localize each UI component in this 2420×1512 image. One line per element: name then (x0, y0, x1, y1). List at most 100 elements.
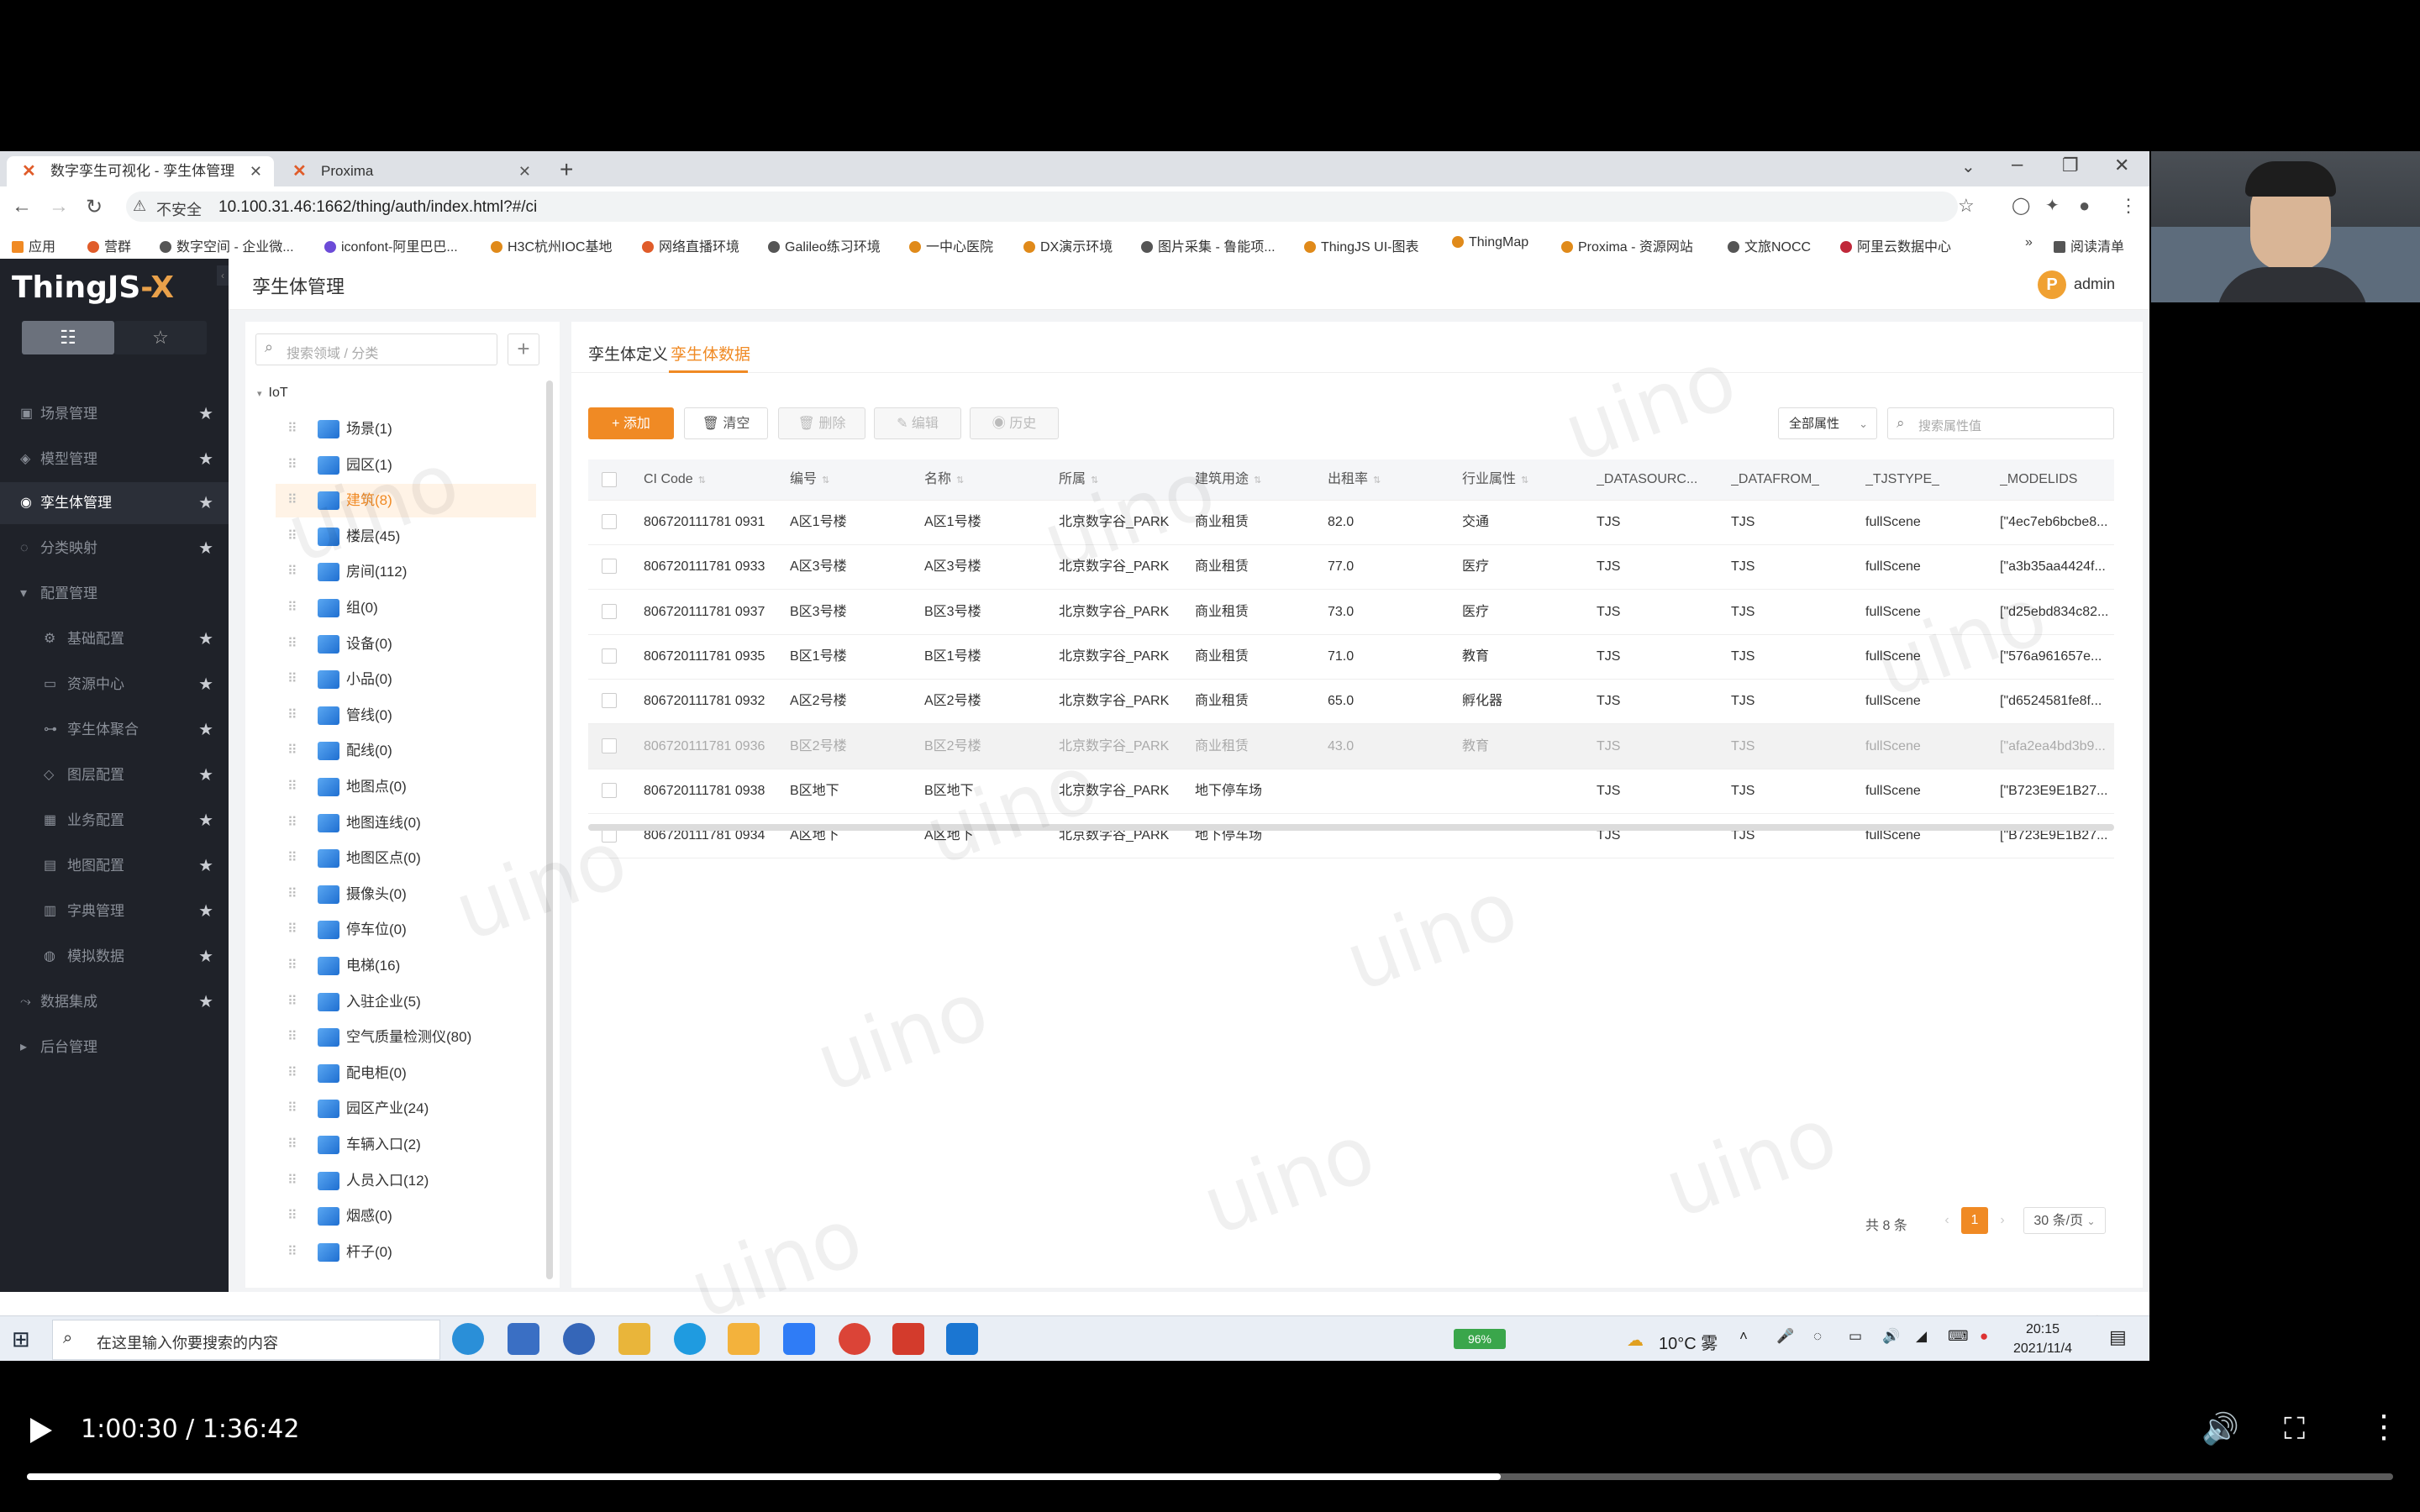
column-header[interactable]: _TJSTYPE_ (1865, 459, 1939, 500)
bookmark[interactable]: 文旅NOCC (1728, 235, 1811, 255)
sidebar-item[interactable]: ◍ 模拟数据 ★ (0, 936, 229, 978)
wps-app-icon[interactable] (892, 1323, 924, 1355)
sidebar-item[interactable]: ▾ 配置管理 (0, 573, 229, 615)
app-icon-active[interactable] (728, 1323, 760, 1355)
sort-icon[interactable]: ⇅ (1091, 475, 1098, 486)
bookmark[interactable]: Galileo练习环境 (768, 235, 881, 255)
sidebar-item[interactable]: ▤ 地图配置 ★ (0, 845, 229, 887)
delete-button[interactable]: 🗑 删除 (778, 407, 865, 439)
tree-node[interactable]: ⠿ 建筑(8) (276, 484, 536, 518)
sort-icon[interactable]: ⇅ (698, 475, 706, 486)
favorite-star-icon[interactable]: ★ (198, 482, 213, 524)
page-size-select[interactable]: 30 条/页 ⌄ (2023, 1207, 2106, 1234)
tree-node[interactable]: ⠿ 车辆入口(2) (276, 1128, 536, 1162)
table-row[interactable]: 806720111781 0937 B区3号楼 B区3号楼 北京数字谷_PARK 商业租… (588, 590, 2114, 635)
keyboard-icon[interactable]: ⌨ (1948, 1328, 1969, 1345)
close-tab-icon[interactable]: ✕ (250, 156, 262, 186)
sort-icon[interactable]: ⇅ (1373, 475, 1381, 486)
volume-icon[interactable]: 🔊 (2202, 1411, 2239, 1446)
volume-icon[interactable]: 🔊 (1882, 1328, 1900, 1345)
tree-node[interactable]: ⠿ 摄像头(0) (276, 878, 536, 911)
page-number[interactable]: 1 (1961, 1207, 1988, 1234)
tree-node[interactable]: ⠿ 管线(0) (276, 699, 536, 732)
drag-handle-icon[interactable]: ⠿ (287, 555, 297, 589)
taskbar-clock[interactable]: 20:15 2021/11/4 (2013, 1320, 2072, 1358)
add-button[interactable]: + 添加 (588, 407, 674, 439)
bookmark[interactable]: ThingJS UI-图表 (1304, 235, 1418, 255)
edit-button[interactable]: ✎ 编辑 (874, 407, 961, 439)
reading-list[interactable]: 阅读清单 (2054, 235, 2124, 255)
drag-handle-icon[interactable]: ⠿ (287, 699, 297, 732)
taskbar-search-input[interactable]: ⌕ 在这里输入你要搜索的内容 (52, 1320, 440, 1360)
drag-handle-icon[interactable]: ⠿ (287, 412, 297, 446)
drag-handle-icon[interactable]: ⠿ (287, 1092, 297, 1126)
minimize-icon[interactable]: – (2012, 153, 2023, 176)
drag-handle-icon[interactable]: ⠿ (287, 770, 297, 804)
drag-handle-icon[interactable]: ⠿ (287, 806, 297, 840)
favorite-star-icon[interactable]: ★ (198, 800, 213, 842)
microphone-icon[interactable]: 🎤 (1776, 1328, 1794, 1345)
tree-node[interactable]: ⠿ 地图区点(0) (276, 842, 536, 875)
tree-scrollbar[interactable] (546, 381, 553, 1279)
tree-node[interactable]: ⠿ 杆子(0) (276, 1236, 536, 1269)
favorite-star-icon[interactable]: ★ (198, 845, 213, 887)
row-checkbox[interactable] (602, 693, 617, 709)
drag-handle-icon[interactable]: ⠿ (287, 913, 297, 947)
tree-node[interactable]: ⠿ 地图点(0) (276, 770, 536, 804)
back-icon[interactable]: ← (12, 195, 32, 218)
drag-handle-icon[interactable]: ⠿ (287, 627, 297, 661)
favorite-star-icon[interactable]: ★ (198, 618, 213, 660)
next-page-icon[interactable]: › (1991, 1207, 2013, 1234)
drag-handle-icon[interactable]: ⠿ (287, 1057, 297, 1090)
avatar[interactable]: P (2038, 270, 2066, 299)
tree-node[interactable]: ⠿ 场景(1) (276, 412, 536, 446)
ie-app-icon[interactable] (674, 1323, 706, 1355)
tab-twin-data[interactable]: 孪生体数据 (671, 342, 750, 365)
user-name[interactable]: admin (2074, 276, 2115, 293)
drag-handle-icon[interactable]: ⠿ (287, 734, 297, 768)
sort-icon[interactable]: ⇅ (822, 475, 829, 486)
drag-handle-icon[interactable]: ⠿ (287, 591, 297, 625)
favorite-star-icon[interactable]: ★ (198, 528, 213, 570)
select-all-checkbox[interactable] (602, 472, 617, 487)
sidebar-item[interactable]: ◉ 孪生体管理 ★ (0, 482, 229, 524)
tray-up-icon[interactable]: ˄ (1739, 1328, 1748, 1345)
reload-icon[interactable]: ↻ (86, 195, 103, 219)
tree-node[interactable]: ⠿ 房间(112) (276, 555, 536, 589)
new-tab-icon[interactable]: + (560, 156, 573, 183)
sidebar-item[interactable]: ▭ 资源中心 ★ (0, 664, 229, 706)
row-checkbox[interactable] (602, 782, 617, 798)
edge-app-icon[interactable] (452, 1323, 484, 1355)
url-field[interactable]: ⚠ 不安全 10.100.31.46:1662/thing/auth/index… (126, 192, 1975, 222)
extension-icon[interactable]: ◯ (2012, 195, 2030, 216)
sidebar-item[interactable]: ⊶ 孪生体聚合 ★ (0, 709, 229, 751)
table-row[interactable]: 806720111781 0935 B区1号楼 B区1号楼 北京数字谷_PARK 商业租… (588, 634, 2114, 680)
list-view-toggle[interactable]: ☷ (22, 321, 114, 354)
bookmark[interactable]: iconfont-阿里巴巴... (324, 235, 458, 255)
weather-text[interactable]: 10°C 雾 (1659, 1330, 1718, 1354)
file-explorer-icon[interactable] (618, 1323, 650, 1355)
tree-node[interactable]: ⠿ 地图连线(0) (276, 806, 536, 840)
tab-twin-definition[interactable]: 孪生体定义 (588, 342, 668, 365)
bookmark[interactable]: Proxima - 资源网站 (1561, 235, 1693, 255)
tree-node[interactable]: ⠿ 楼层(45) (276, 520, 536, 554)
sidebar-item[interactable]: ▥ 字典管理 ★ (0, 890, 229, 932)
drag-handle-icon[interactable]: ⠿ (287, 985, 297, 1019)
sidebar-item[interactable]: ◇ 图层配置 ★ (0, 754, 229, 796)
tree-search-input[interactable]: ⌕ 搜索领域 / 分类 (255, 333, 497, 365)
row-checkbox[interactable] (602, 559, 617, 575)
attribute-select[interactable]: 全部属性 ⌄ (1778, 407, 1877, 439)
bookmark-star-icon[interactable]: ☆ (1958, 195, 1975, 217)
restore-icon[interactable]: ❐ (2062, 155, 2079, 176)
add-category-button[interactable]: + (508, 333, 539, 365)
wifi-icon[interactable]: ◢ (1916, 1328, 1927, 1345)
drag-handle-icon[interactable]: ⠿ (287, 484, 297, 517)
column-header[interactable]: _DATASOURC... (1597, 459, 1697, 500)
column-header[interactable]: 建筑用途 ⇅ (1195, 459, 1261, 500)
ime-icon[interactable]: ● (1980, 1328, 1988, 1345)
drag-handle-icon[interactable]: ⠿ (287, 520, 297, 554)
collapse-sidebar-icon[interactable]: ‹ (217, 265, 229, 286)
tree-root[interactable]: ▾ IoT (257, 386, 288, 401)
drag-handle-icon[interactable]: ⠿ (287, 1128, 297, 1162)
bookmark[interactable]: DX演示环境 (1023, 235, 1113, 255)
